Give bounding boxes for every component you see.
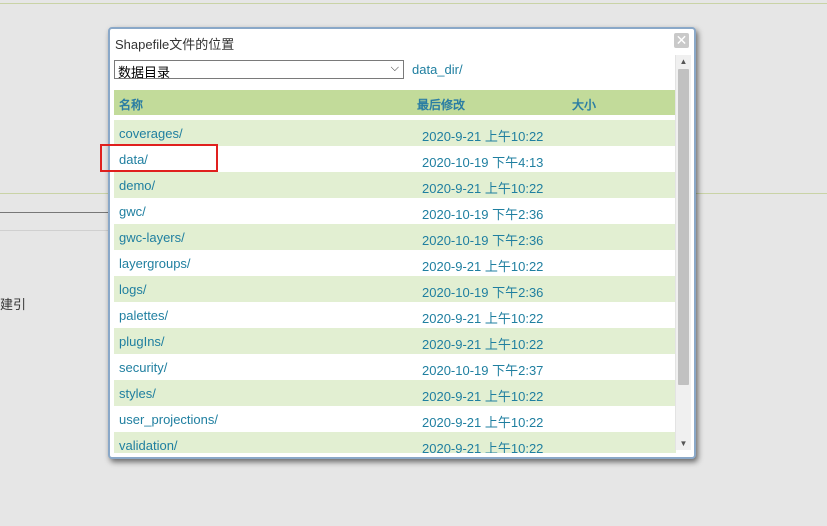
row-modified: 2020-10-19 下午2:36 (422, 285, 544, 300)
background-field-underline (0, 230, 112, 231)
file-list-rows: coverages/ 2020-9-21 上午10:22 data/ 2020-… (114, 120, 676, 453)
table-row[interactable]: validation/ 2020-9-21 上午10:22 (114, 432, 676, 453)
row-name-link[interactable]: validation/ (119, 438, 178, 453)
close-icon: ✕ (675, 32, 688, 48)
chevron-down-icon: ⌵ (390, 62, 399, 74)
row-modified: 2020-10-19 下午2:36 (422, 207, 544, 222)
scrollbar-thumb[interactable] (678, 69, 689, 385)
row-name-link[interactable]: layergroups/ (119, 256, 191, 271)
table-row[interactable]: demo/ 2020-9-21 上午10:22 (114, 172, 676, 198)
background-field (0, 212, 112, 231)
table-row[interactable]: palettes/ 2020-9-21 上午10:22 (114, 302, 676, 328)
column-header-size[interactable]: 大小 (572, 96, 596, 113)
close-button[interactable]: ✕ (674, 33, 689, 48)
file-list-header: 名称 最后修改 大小 (114, 90, 676, 115)
file-list-scrollbar[interactable]: ▲ ▼ (675, 55, 691, 450)
row-name-link[interactable]: security/ (119, 360, 167, 375)
row-modified: 2020-9-21 上午10:22 (422, 337, 544, 352)
column-header-modified[interactable]: 最后修改 (417, 96, 465, 113)
table-row[interactable]: coverages/ 2020-9-21 上午10:22 (114, 120, 676, 146)
file-chooser-dialog: Shapefile文件的位置 ✕ 数据目录 ⌵ data_dir/ 名称 最后修… (108, 27, 696, 459)
column-header-name[interactable]: 名称 (119, 96, 143, 113)
row-name-link[interactable]: logs/ (119, 282, 146, 297)
row-modified: 2020-9-21 上午10:22 (422, 129, 544, 144)
row-modified: 2020-9-21 上午10:22 (422, 415, 544, 430)
row-name-link[interactable]: user_projections/ (119, 412, 218, 427)
table-row[interactable]: gwc-layers/ 2020-10-19 下午2:36 (114, 224, 676, 250)
row-modified: 2020-9-21 上午10:22 (422, 311, 544, 326)
breadcrumb-path-link[interactable]: data_dir/ (412, 62, 463, 77)
row-modified: 2020-9-21 上午10:22 (422, 181, 544, 196)
row-name-link[interactable]: gwc/ (119, 204, 146, 219)
table-row[interactable]: logs/ 2020-10-19 下午2:36 (114, 276, 676, 302)
row-name-link[interactable]: styles/ (119, 386, 156, 401)
dialog-title: Shapefile文件的位置 (115, 37, 235, 52)
row-modified: 2020-10-19 下午2:36 (422, 233, 544, 248)
background-divider-top (0, 3, 827, 4)
table-row[interactable]: layergroups/ 2020-9-21 上午10:22 (114, 250, 676, 276)
row-name-link[interactable]: demo/ (119, 178, 155, 193)
table-row[interactable]: gwc/ 2020-10-19 下午2:36 (114, 198, 676, 224)
row-name-link[interactable]: data/ (119, 152, 148, 167)
row-name-link[interactable]: gwc-layers/ (119, 230, 185, 245)
row-name-link[interactable]: coverages/ (119, 126, 183, 141)
row-modified: 2020-10-19 下午2:37 (422, 363, 544, 378)
arrow-down-icon[interactable]: ▼ (676, 437, 691, 450)
row-modified: 2020-9-21 上午10:22 (422, 441, 544, 453)
root-directory-select[interactable]: 数据目录 ⌵ (114, 60, 404, 80)
row-modified: 2020-9-21 上午10:22 (422, 259, 544, 274)
row-name-link[interactable]: plugIns/ (119, 334, 165, 349)
root-directory-value: 数据目录 (118, 65, 171, 80)
row-name-link[interactable]: palettes/ (119, 308, 168, 323)
background-label: 建引 (0, 297, 27, 312)
table-row[interactable]: plugIns/ 2020-9-21 上午10:22 (114, 328, 676, 354)
row-modified: 2020-9-21 上午10:22 (422, 389, 544, 404)
row-modified: 2020-10-19 下午4:13 (422, 155, 544, 170)
file-list: 名称 最后修改 大小 coverages/ 2020-9-21 上午10:22 … (114, 90, 676, 453)
table-row[interactable]: data/ 2020-10-19 下午4:13 (114, 146, 676, 172)
arrow-up-icon[interactable]: ▲ (676, 55, 691, 68)
table-row[interactable]: styles/ 2020-9-21 上午10:22 (114, 380, 676, 406)
table-row[interactable]: security/ 2020-10-19 下午2:37 (114, 354, 676, 380)
table-row[interactable]: user_projections/ 2020-9-21 上午10:22 (114, 406, 676, 432)
